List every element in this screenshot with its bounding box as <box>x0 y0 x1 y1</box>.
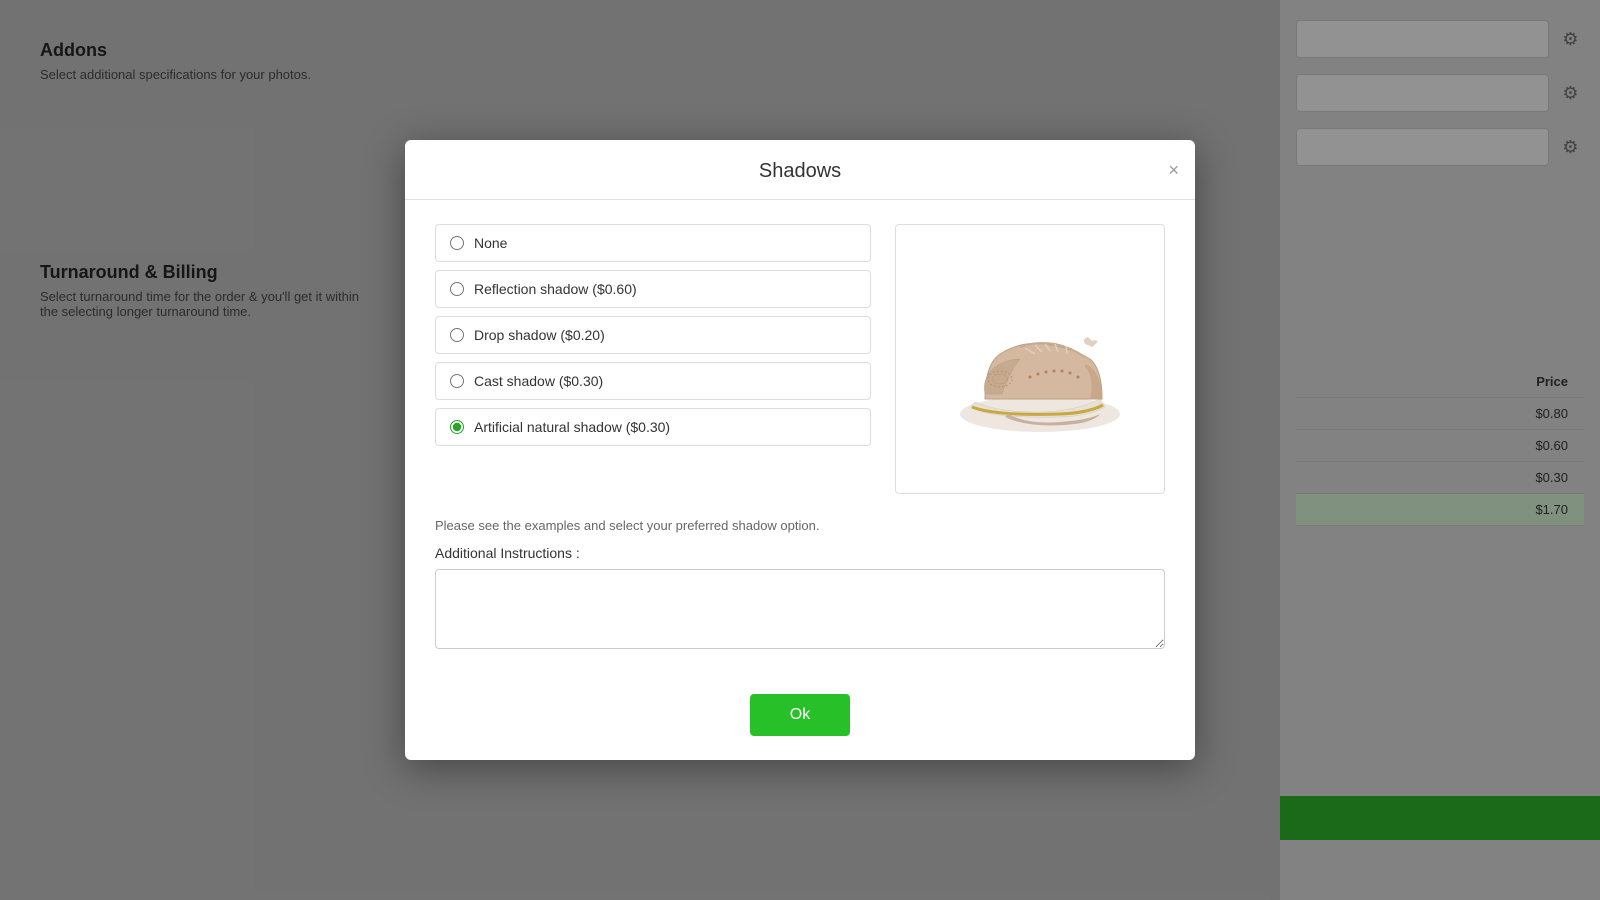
radio-drop[interactable] <box>450 328 464 342</box>
modal-header: Shadows × <box>405 140 1195 200</box>
option-none[interactable]: None <box>435 224 871 262</box>
modal-body: None Reflection shadow ($0.60) Drop shad… <box>405 200 1195 678</box>
shoe-image <box>920 249 1140 469</box>
radio-none[interactable] <box>450 236 464 250</box>
additional-instructions-label: Additional Instructions : <box>435 545 1165 561</box>
option-drop-label: Drop shadow ($0.20) <box>474 327 605 343</box>
shoe-svg <box>930 259 1130 459</box>
option-artificial[interactable]: Artificial natural shadow ($0.30) <box>435 408 871 446</box>
option-drop[interactable]: Drop shadow ($0.20) <box>435 316 871 354</box>
additional-instructions-textarea[interactable] <box>435 569 1165 649</box>
shadows-modal: Shadows × None Reflection shadow ($0.60) <box>405 140 1195 760</box>
option-reflection[interactable]: Reflection shadow ($0.60) <box>435 270 871 308</box>
modal-overlay: Shadows × None Reflection shadow ($0.60) <box>0 0 1600 900</box>
option-cast[interactable]: Cast shadow ($0.30) <box>435 362 871 400</box>
shadow-options-panel: None Reflection shadow ($0.60) Drop shad… <box>435 224 871 494</box>
option-artificial-label: Artificial natural shadow ($0.30) <box>474 419 670 435</box>
info-text: Please see the examples and select your … <box>435 518 1165 533</box>
modal-title: Shadows <box>759 160 841 183</box>
content-row: None Reflection shadow ($0.60) Drop shad… <box>435 224 1165 494</box>
radio-artificial[interactable] <box>450 420 464 434</box>
shoe-preview-panel <box>895 224 1165 494</box>
radio-reflection[interactable] <box>450 282 464 296</box>
option-reflection-label: Reflection shadow ($0.60) <box>474 281 637 297</box>
radio-cast[interactable] <box>450 374 464 388</box>
ok-button[interactable]: Ok <box>750 694 850 736</box>
modal-footer: Ok <box>405 678 1195 760</box>
option-cast-label: Cast shadow ($0.30) <box>474 373 603 389</box>
close-button[interactable]: × <box>1168 161 1179 179</box>
option-none-label: None <box>474 235 507 251</box>
